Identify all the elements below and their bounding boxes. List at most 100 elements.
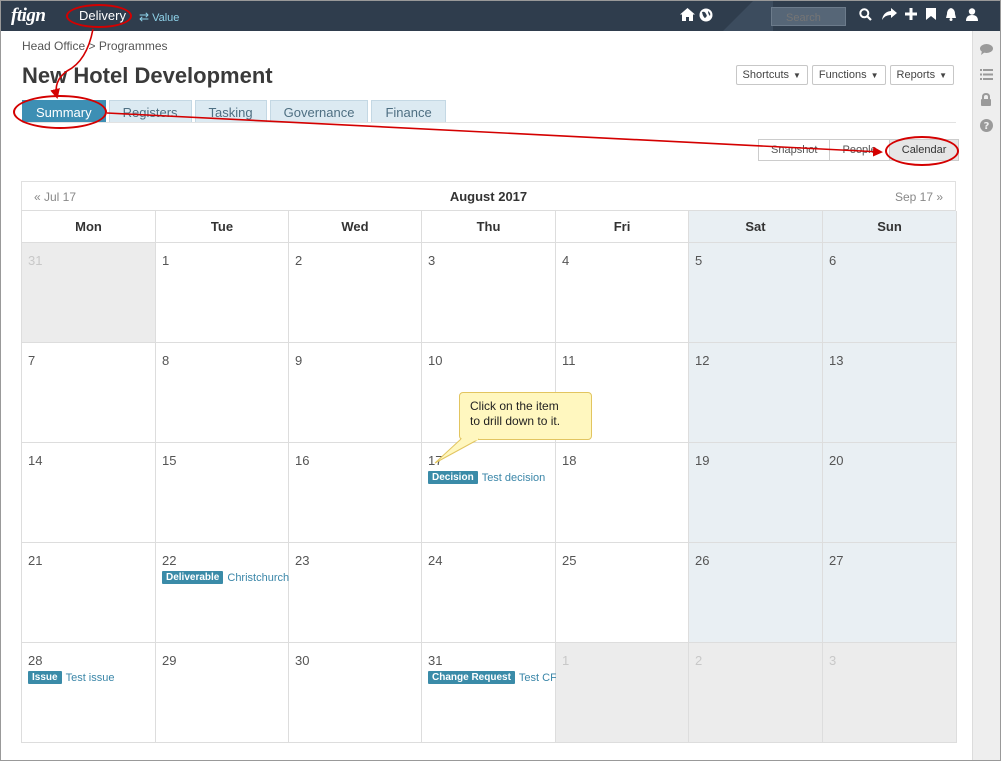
calendar-day-cell[interactable]: 15 (156, 443, 289, 543)
help-icon[interactable]: ? (980, 119, 993, 135)
day-number: 22 (162, 553, 177, 568)
logo-text: ftign (11, 5, 46, 26)
day-number: 26 (695, 553, 710, 568)
calendar-day-cell[interactable]: 18 (556, 443, 689, 543)
calendar-day-cell[interactable]: 2 (289, 243, 422, 343)
day-number: 18 (562, 453, 577, 468)
calendar-day-cell[interactable]: 12 (689, 343, 823, 443)
calendar-day-cell[interactable]: 1 (156, 243, 289, 343)
calendar-event[interactable]: Deliverable Christchurch (162, 571, 289, 584)
day-number: 27 (829, 553, 844, 568)
list-icon[interactable] (980, 68, 993, 83)
calendar-day-cell[interactable]: 28 Issue Test issue (22, 643, 156, 743)
calendar-day-cell[interactable]: 27 (823, 543, 957, 643)
day-number: 28 (28, 653, 43, 668)
calendar-day-cell[interactable]: 24 (422, 543, 556, 643)
calendar-day-cell[interactable]: 1 (556, 643, 689, 743)
tab-finance[interactable]: Finance (371, 100, 446, 123)
calendar-day-cell[interactable]: 7 (22, 343, 156, 443)
weekday-header-sun: Sun (823, 211, 957, 243)
tab-tasking[interactable]: Tasking (194, 100, 267, 123)
calendar-day-cell[interactable]: 20 (823, 443, 957, 543)
day-number: 15 (162, 453, 177, 468)
calendar-day-cell[interactable]: 30 (289, 643, 422, 743)
functions-button[interactable]: Functions ▼ (811, 65, 886, 85)
next-month-link[interactable]: Sep 17 » (895, 190, 943, 204)
day-number: 1 (162, 253, 170, 268)
switch-module-link[interactable]: ⇄ Value (139, 10, 179, 24)
weekday-header-sat: Sat (689, 211, 823, 243)
calendar-day-cell[interactable]: 21 (22, 543, 156, 643)
calendar-day-cell[interactable]: 29 (156, 643, 289, 743)
day-number: 29 (162, 653, 177, 668)
snapshot-view-button[interactable]: Snapshot (758, 139, 831, 161)
day-number: 5 (695, 253, 703, 268)
calendar-day-cell[interactable]: 2 (689, 643, 823, 743)
day-number: 4 (562, 253, 570, 268)
calendar-day-cell[interactable]: 3 (823, 643, 957, 743)
calendar-day-cell[interactable]: 19 (689, 443, 823, 543)
comment-icon[interactable] (980, 43, 993, 58)
event-type-badge[interactable]: Deliverable (162, 571, 224, 584)
people-view-button[interactable]: People (829, 139, 890, 161)
tab-registers[interactable]: Registers (108, 100, 192, 123)
calendar-day-cell[interactable]: 3 (422, 243, 556, 343)
day-number: 21 (28, 553, 43, 568)
share-icon[interactable] (882, 8, 897, 23)
calendar-day-cell[interactable]: 16 (289, 443, 422, 543)
day-number: 2 (295, 253, 303, 268)
calendar-day-cell[interactable]: 5 (689, 243, 823, 343)
hint-line-2: to drill down to it. (470, 414, 561, 428)
weekday-header-thu: Thu (422, 211, 556, 243)
calendar-event[interactable]: Change Request Test CF (428, 671, 557, 684)
tab-governance[interactable]: Governance (269, 100, 369, 123)
event-title-link[interactable]: Test issue (66, 672, 115, 684)
search-icon[interactable] (859, 8, 872, 23)
day-number: 30 (295, 653, 310, 668)
bell-icon[interactable] (945, 8, 957, 23)
shortcuts-button[interactable]: Shortcuts ▼ (735, 65, 808, 85)
add-icon[interactable] (905, 8, 917, 22)
event-title-link[interactable]: Test CF (519, 672, 557, 684)
home-icon[interactable] (680, 8, 695, 23)
day-number: 7 (28, 353, 36, 368)
calendar-day-cell[interactable]: 4 (556, 243, 689, 343)
day-number: 25 (562, 553, 577, 568)
lock-icon[interactable] (980, 92, 992, 109)
calendar-day-cell[interactable]: 23 (289, 543, 422, 643)
calendar-day-cell[interactable]: 9 (289, 343, 422, 443)
app-logo[interactable]: ftign (11, 5, 46, 27)
day-number: 19 (695, 453, 710, 468)
day-number: 10 (428, 353, 443, 368)
event-title-link[interactable]: Test decision (482, 472, 546, 484)
calendar-day-cell[interactable]: 8 (156, 343, 289, 443)
day-number: 11 (562, 353, 576, 368)
top-navbar: ftign Delivery ⇄ Value (1, 1, 1000, 31)
calendar-day-cell[interactable]: 31 Change Request Test CF (422, 643, 557, 743)
calendar-day-cell[interactable]: 26 (689, 543, 823, 643)
calendar-day-cell[interactable]: 25 (556, 543, 689, 643)
swap-icon: ⇄ (139, 10, 150, 24)
weekday-header-tue: Tue (156, 211, 289, 243)
calendar-day-cell[interactable]: 13 (823, 343, 957, 443)
calendar-event[interactable]: Issue Test issue (28, 671, 149, 684)
header-actions: Shortcuts ▼ Functions ▼ Reports ▼ (735, 65, 954, 85)
calendar-event[interactable]: Decision Test decision (428, 471, 549, 484)
user-icon[interactable] (966, 8, 978, 23)
day-number: 14 (28, 453, 43, 468)
breadcrumb[interactable]: Head Office > Programmes (22, 39, 168, 53)
event-title-link[interactable]: Christchurch (227, 572, 289, 584)
event-type-badge[interactable]: Issue (28, 671, 62, 684)
reports-button[interactable]: Reports ▼ (889, 65, 954, 85)
calendar-day-cell[interactable]: 22 Deliverable Christchurch (156, 543, 289, 643)
day-number: 1 (562, 653, 570, 668)
search-input[interactable] (771, 7, 846, 26)
calendar-day-cell[interactable]: 14 (22, 443, 156, 543)
calendar-day-cell[interactable]: 31 (22, 243, 156, 343)
weekday-header-mon: Mon (22, 211, 156, 243)
event-type-badge[interactable]: Decision (428, 471, 478, 484)
event-type-badge[interactable]: Change Request (428, 671, 515, 684)
calendar-day-cell[interactable]: 6 (823, 243, 957, 343)
globe-icon[interactable] (699, 8, 713, 24)
bookmark-icon[interactable] (926, 8, 936, 22)
